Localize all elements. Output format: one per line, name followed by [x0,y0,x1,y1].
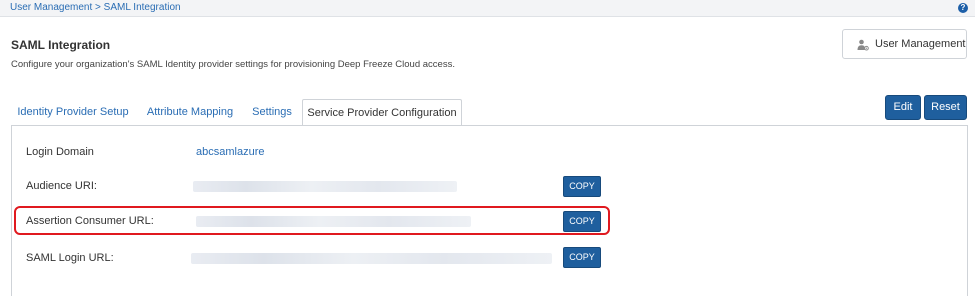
tab-identity-provider-setup[interactable]: Identity Provider Setup [11,99,135,126]
saml-login-url-value-redacted [191,253,552,264]
copy-assertion-consumer-url-button[interactable]: COPY [563,211,601,232]
user-management-label: User Management [875,38,966,50]
breadcrumb-saml-integration[interactable]: SAML Integration [104,2,181,13]
page-title: SAML Integration [11,38,111,52]
tab-service-provider-configuration[interactable]: Service Provider Configuration [302,99,462,126]
help-icon[interactable]: ? [958,3,968,13]
breadcrumb-bar: User Management > SAML Integration ? [0,0,975,17]
page-description: Configure your organization's SAML Ident… [11,59,455,70]
edit-button[interactable]: Edit [885,95,921,120]
user-gear-icon [857,39,869,51]
audience-uri-label: Audience URI: [26,180,97,192]
saml-login-url-label: SAML Login URL: [26,252,114,264]
user-management-button[interactable]: User Management [842,29,967,59]
assertion-consumer-url-label: Assertion Consumer URL: [26,215,154,227]
copy-audience-uri-button[interactable]: COPY [563,176,601,197]
assertion-consumer-url-value-redacted [196,216,471,227]
breadcrumb-user-management[interactable]: User Management [10,2,92,13]
login-domain-label: Login Domain [26,146,94,158]
breadcrumb: User Management > SAML Integration [10,2,181,13]
tab-attribute-mapping[interactable]: Attribute Mapping [139,99,241,126]
login-domain-value: abcsamlazure [196,146,265,158]
tab-settings[interactable]: Settings [249,99,295,126]
breadcrumb-separator: > [95,2,101,13]
audience-uri-value-redacted [193,181,457,192]
reset-button[interactable]: Reset [924,95,967,120]
copy-saml-login-url-button[interactable]: COPY [563,247,601,268]
